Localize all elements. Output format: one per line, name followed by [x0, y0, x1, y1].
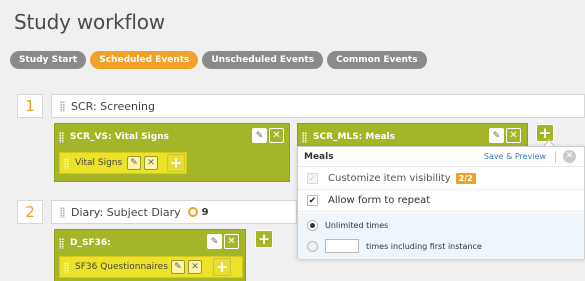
unlimited-radio[interactable]: [307, 219, 318, 231]
event-type-tabs: Study Start Scheduled Events Unscheduled…: [10, 51, 427, 69]
event-row-screening[interactable]: SCR: Screening: [51, 94, 585, 118]
pencil-icon[interactable]: ✎: [252, 128, 267, 143]
times-input[interactable]: [325, 239, 359, 253]
drag-handle-icon[interactable]: [64, 261, 69, 273]
close-icon[interactable]: ✕: [224, 234, 239, 249]
pencil-icon[interactable]: ✎: [207, 234, 222, 249]
form-panel-sf36: D_SF36: ✎ ✕ SF36 Questionnaires ✎ ✕ +: [54, 229, 246, 281]
form-header[interactable]: SCR_VS: Vital Signs: [59, 128, 169, 146]
plus-icon[interactable]: +: [255, 230, 273, 248]
form-panel-vital-signs: SCR_VS: Vital Signs ✎ ✕ Vital Signs ✎ ✕ …: [54, 123, 290, 182]
drag-handle-icon[interactable]: [59, 237, 64, 249]
plus-icon[interactable]: +: [167, 154, 185, 172]
page-title: Study workflow: [14, 10, 165, 34]
event-row-subject-diary[interactable]: Diary: Subject Diary 9: [51, 200, 297, 224]
form-title: SCR_MLS: Meals: [313, 132, 395, 142]
tab-common-events[interactable]: Common Events: [327, 51, 427, 69]
pencil-icon[interactable]: ✎: [489, 128, 504, 143]
times-label: times including first instance: [366, 241, 482, 251]
close-circle-icon[interactable]: ✕: [563, 150, 576, 163]
tab-study-start[interactable]: Study Start: [10, 51, 87, 69]
form-settings-popup: Meals Save & Preview ✕ ✓ Customize item …: [297, 146, 585, 259]
form-header[interactable]: D_SF36:: [59, 234, 111, 252]
drag-handle-icon[interactable]: [59, 131, 64, 143]
drag-handle-icon[interactable]: [64, 157, 69, 169]
pencil-icon[interactable]: ✎: [171, 260, 185, 274]
tab-unscheduled-events[interactable]: Unscheduled Events: [202, 51, 324, 69]
close-icon[interactable]: ✕: [269, 128, 284, 143]
customize-visibility-row[interactable]: ✓ Customize item visibility 2/2: [298, 168, 584, 190]
item-label: Vital Signs: [75, 158, 123, 168]
allow-repeat-label: Allow form to repeat: [328, 195, 431, 206]
drag-handle-icon[interactable]: [60, 100, 65, 112]
close-icon[interactable]: ✕: [188, 260, 202, 274]
customize-visibility-checkbox[interactable]: ✓: [307, 173, 318, 184]
event-name: SCR: Screening: [71, 99, 155, 113]
unlimited-option[interactable]: Unlimited times: [307, 216, 388, 234]
close-icon[interactable]: ✕: [506, 128, 521, 143]
save-preview-link[interactable]: Save & Preview: [484, 152, 546, 161]
allow-repeat-checkbox[interactable]: ✔: [307, 195, 318, 206]
event-number: 2: [17, 200, 43, 224]
pencil-icon[interactable]: ✎: [127, 156, 141, 170]
allow-repeat-row[interactable]: ✔ Allow form to repeat: [298, 190, 584, 212]
form-header[interactable]: SCR_MLS: Meals: [302, 128, 395, 146]
repeat-counter-icon: [187, 207, 198, 217]
drag-handle-icon[interactable]: [302, 131, 307, 143]
drag-handle-icon[interactable]: [60, 206, 65, 218]
popup-title: Meals: [304, 151, 334, 162]
close-icon[interactable]: ✕: [144, 156, 158, 170]
customize-visibility-label: Customize item visibility: [328, 173, 451, 184]
event-number: 1: [17, 94, 43, 118]
unlimited-label: Unlimited times: [325, 220, 389, 230]
limited-radio[interactable]: [307, 240, 318, 252]
limited-option[interactable]: times including first instance: [307, 237, 482, 255]
form-panel-meals: SCR_MLS: Meals ✎ ✕: [297, 123, 528, 147]
item-label: SF36 Questionnaires: [75, 262, 168, 272]
event-name: Diary: Subject Diary: [71, 205, 181, 219]
divider: [555, 151, 556, 163]
form-title: SCR_VS: Vital Signs: [70, 132, 169, 142]
tab-scheduled-events[interactable]: Scheduled Events: [90, 51, 199, 69]
visibility-count-badge: 2/2: [455, 173, 476, 184]
repeat-count: 9: [201, 206, 209, 218]
repeat-options: Unlimited times times including first in…: [298, 213, 584, 259]
plus-icon[interactable]: +: [213, 258, 231, 276]
form-title: D_SF36:: [70, 238, 111, 248]
